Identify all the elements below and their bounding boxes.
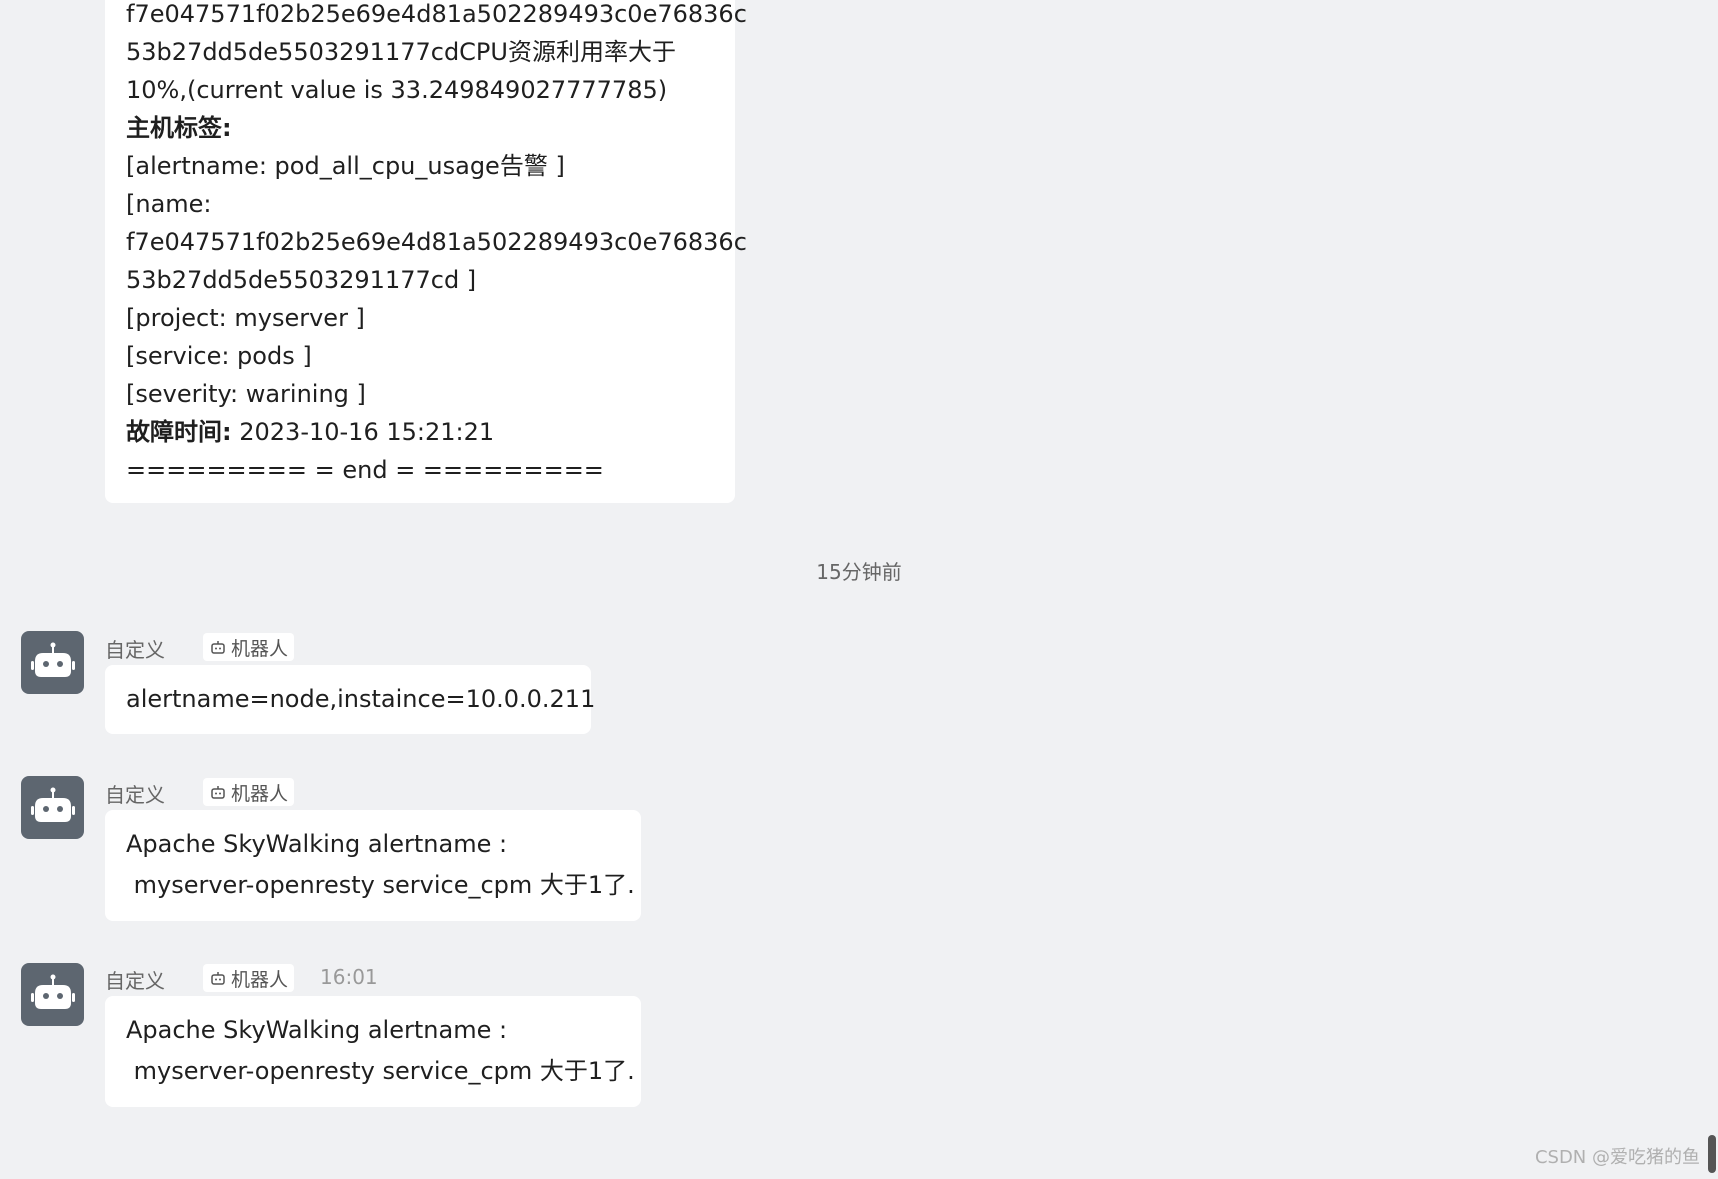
robot-avatar-icon[interactable]	[21, 776, 84, 839]
message-line: Apache SkyWalking alertname :	[126, 1016, 508, 1044]
message-line: [service: pods ]	[126, 342, 312, 370]
message-line: Apache SkyWalking alertname :	[126, 830, 508, 858]
robot-avatar-icon[interactable]	[21, 631, 84, 694]
message-line: [project: myserver ]	[126, 304, 365, 332]
message-line: 53b27dd5de5503291177cdCPU资源利用率大于	[126, 38, 676, 66]
watermark: CSDN @爱吃猪的鱼	[1534, 1147, 1700, 1168]
message-line: [severity: warining ]	[126, 380, 366, 408]
message-line: f7e047571f02b25e69e4d81a502289493c0e7683…	[126, 0, 747, 28]
scrollbar[interactable]	[1708, 1135, 1716, 1173]
message-line: 故障时间: 2023-10-16 15:21:21	[126, 418, 495, 446]
sender-name[interactable]: 自定义	[105, 634, 165, 663]
message-bubble: Apache SkyWalking alertname : myserver-o…	[105, 996, 641, 1107]
robot-tag-label: 机器人	[231, 637, 289, 660]
message-line: 10%,(current value is 33.249849027777785…	[126, 76, 668, 104]
message-line: myserver-openresty service_cpm 大于1了.	[126, 1057, 635, 1085]
robot-tag: 机器人	[203, 964, 295, 992]
message-line: 主机标签:	[126, 114, 232, 142]
message-line: 53b27dd5de5503291177cd ]	[126, 266, 477, 294]
robot-tag-label: 机器人	[231, 968, 289, 991]
message-line: [name:	[126, 190, 212, 218]
message-line: f7e047571f02b25e69e4d81a502289493c0e7683…	[126, 228, 747, 256]
robot-avatar-icon[interactable]	[21, 963, 84, 1026]
time-separator: 15分钟前	[816, 560, 902, 584]
robot-icon	[211, 641, 225, 654]
message-line: myserver-openresty service_cpm 大于1了.	[126, 871, 635, 899]
sender-name[interactable]: 自定义	[105, 965, 165, 994]
robot-tag: 机器人	[203, 633, 295, 661]
robot-icon	[211, 972, 225, 985]
message-line: [alertname: pod_all_cpu_usage告警 ]	[126, 152, 565, 180]
message-bubble: alertname=node,instaince=10.0.0.211	[105, 665, 595, 734]
message-bubble: Apache SkyWalking alertname : myserver-o…	[105, 810, 641, 921]
message-time: 16:01	[320, 965, 378, 989]
message-line: alertname=node,instaince=10.0.0.211	[126, 685, 596, 713]
robot-tag: 机器人	[203, 778, 295, 806]
sender-name[interactable]: 自定义	[105, 779, 165, 808]
message-bubble: f7e047571f02b25e69e4d81a502289493c0e7683…	[105, 0, 747, 503]
robot-tag-label: 机器人	[231, 782, 289, 805]
robot-icon	[211, 786, 225, 799]
message-line: ========= = end = =========	[126, 456, 604, 484]
